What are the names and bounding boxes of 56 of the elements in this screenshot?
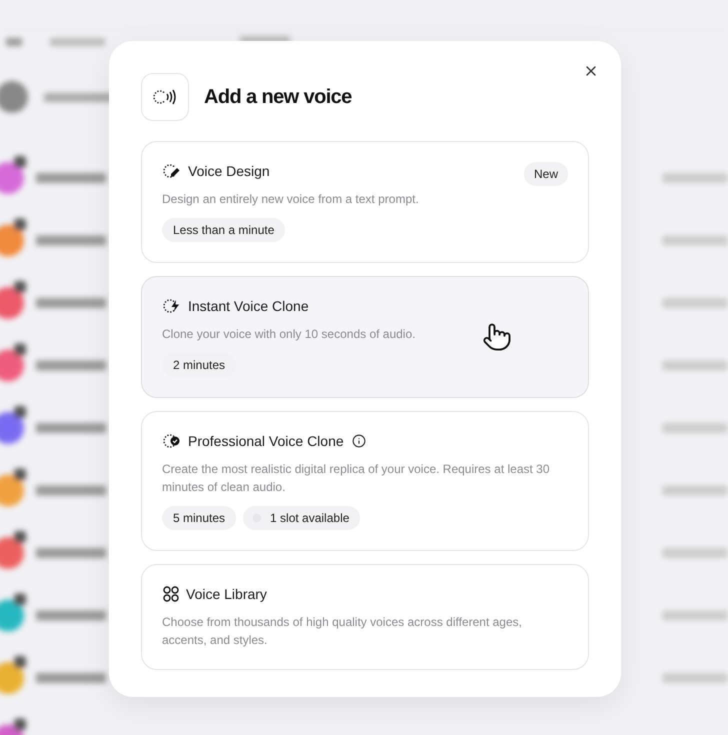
voice-option-card[interactable]: Voice Design New Design an entirely new voice from a text prompt. Less than a minute <box>141 141 589 263</box>
option-title: Voice Design <box>188 163 270 179</box>
pen-circle-icon <box>162 162 182 180</box>
blurred-avatar <box>0 81 28 113</box>
dialog-title: Add a new voice <box>204 86 352 108</box>
blurred-tag <box>662 486 728 496</box>
blurred-tag <box>662 673 728 683</box>
blurred-tag <box>662 548 728 558</box>
blurred-text-bar <box>36 548 106 558</box>
blurred-text-bar <box>36 236 106 246</box>
blurred-tag <box>662 298 728 308</box>
slot-tag: 1 slot available <box>243 506 360 530</box>
blurred-avatar <box>0 656 26 694</box>
blurred-tab <box>50 38 105 46</box>
duration-tag: 5 minutes <box>162 506 236 530</box>
blurred-tag <box>662 610 728 620</box>
option-description: Design an entirely new voice from a text prompt. <box>162 191 419 208</box>
option-title: Voice Library <box>186 586 267 602</box>
blurred-avatar <box>0 344 26 382</box>
blurred-text-bar <box>36 298 106 308</box>
blurred-text-bar <box>36 423 106 433</box>
blurred-tag <box>662 173 728 183</box>
blurred-text-bar <box>36 360 106 370</box>
blurred-text-bar <box>36 173 106 183</box>
option-description: Clone your voice with only 10 seconds of audio. <box>162 326 416 343</box>
blurred-tag <box>662 360 728 370</box>
blurred-avatar <box>0 406 26 444</box>
blurred-avatar <box>0 468 26 506</box>
blurred-avatar <box>0 718 26 735</box>
blurred-avatar <box>0 281 26 319</box>
blurred-tag <box>662 423 728 433</box>
option-title: Professional Voice Clone <box>188 433 344 449</box>
voice-option-card[interactable]: Professional Voice Clone Create the most realistic digital replica of your voice. Requires at least 30 minutes of clean audio. 5 minutes 1 slot available <box>141 411 589 551</box>
lightning-circle-icon <box>162 297 182 315</box>
blurred-avatar <box>0 218 26 256</box>
new-badge: New <box>524 162 568 186</box>
duration-tag: Less than a minute <box>162 218 286 242</box>
four-circles-icon <box>162 585 180 603</box>
sound-wave-circle-icon <box>152 87 178 107</box>
duration-tag: 2 minutes <box>162 353 236 377</box>
option-description: Create the most realistic digital replica of your voice. Requires at least 30 minutes of clean audio. <box>162 461 551 496</box>
hand-cursor-icon <box>482 322 512 352</box>
voice-option-card[interactable]: Instant Voice Clone Clone your voice with only 10 seconds of audio. 2 minutes <box>141 276 589 398</box>
blurred-text-bar <box>36 610 106 620</box>
check-badge-icon <box>162 432 182 450</box>
option-description: Choose from thousands of high quality voices across different ages, accents, and styles. <box>162 614 523 649</box>
blurred-tab <box>6 38 22 46</box>
blurred-text-bar <box>36 486 106 496</box>
blurred-text-bar <box>36 673 106 683</box>
option-title: Instant Voice Clone <box>188 298 309 314</box>
blurred-avatar <box>0 156 26 194</box>
voice-option-card[interactable]: Voice Library Choose from thousands of high quality voices across different ages, accents, and styles. <box>141 564 589 670</box>
info-icon[interactable] <box>352 434 366 448</box>
blurred-avatar <box>0 594 26 632</box>
blurred-avatar <box>0 531 26 569</box>
blurred-tag <box>662 236 728 246</box>
